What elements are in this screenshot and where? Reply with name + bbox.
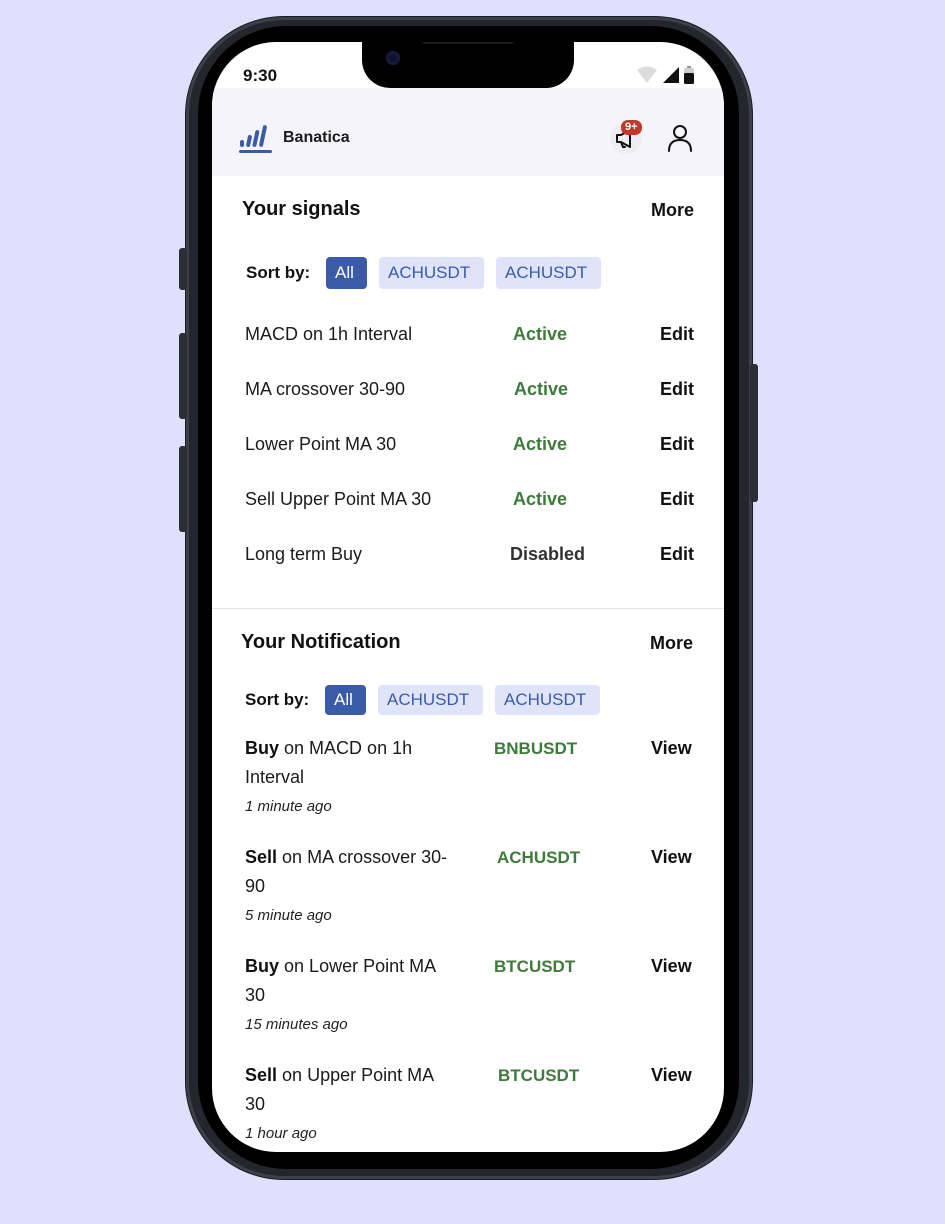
side-button-power	[750, 364, 758, 502]
signal-edit-button[interactable]: Edit	[660, 544, 694, 565]
status-time: 9:30	[243, 66, 278, 85]
notification-text: Buy on Lower Point MA 30	[245, 952, 455, 1010]
logo-icon	[239, 125, 272, 153]
notification-time: 5 minute ago	[245, 907, 332, 924]
notifications-filter-achusdt[interactable]: ACHUSDT	[378, 685, 483, 715]
wifi-icon	[637, 66, 657, 83]
signal-status: Active	[514, 379, 569, 399]
signals-filter-all[interactable]: All	[326, 257, 367, 289]
notification-pair: BNBUSDT	[494, 739, 578, 758]
notifications-filter-all[interactable]: All	[325, 685, 366, 715]
camera-icon	[386, 51, 400, 65]
notification-time: 1 hour ago	[245, 1125, 317, 1142]
notification-side: Buy	[245, 738, 280, 758]
notification-time: 1 minute ago	[245, 798, 332, 815]
notifications-title: Your Notification	[241, 631, 401, 653]
notifications-more-link[interactable]: More	[650, 633, 693, 654]
signal-name: Long term Buy	[245, 544, 363, 564]
notification-side: Sell	[245, 847, 278, 867]
notification-view-button[interactable]: View	[651, 738, 692, 759]
section-divider	[212, 608, 724, 609]
signal-status: Active	[513, 489, 568, 509]
signal-edit-button[interactable]: Edit	[660, 379, 694, 400]
signals-more-link[interactable]: More	[651, 200, 694, 221]
signal-status: Active	[513, 434, 568, 454]
signals-title: Your signals	[242, 198, 361, 220]
notifications-filter-achusdt-2[interactable]: ACHUSDT	[495, 685, 600, 715]
signals-filter-achusdt-2[interactable]: ACHUSDT	[496, 257, 601, 289]
battery-icon	[684, 66, 694, 84]
notification-badge: 9+	[621, 120, 642, 135]
notification-pair: ACHUSDT	[497, 848, 581, 867]
signal-status: Disabled	[510, 544, 586, 564]
notification-text: Sell on Upper Point MA 30	[245, 1061, 455, 1119]
side-button-silent	[179, 248, 187, 290]
signal-status: Active	[513, 324, 568, 344]
notification-text: Buy on MACD on 1h Interval	[245, 734, 455, 792]
speaker-grille	[422, 42, 514, 44]
signal-edit-button[interactable]: Edit	[660, 489, 694, 510]
side-button-volume-down	[179, 446, 187, 532]
notification-pair: BTCUSDT	[498, 1066, 580, 1085]
signal-edit-button[interactable]: Edit	[660, 434, 694, 455]
notification-view-button[interactable]: View	[651, 956, 692, 977]
signal-name: MACD on 1h Interval	[245, 324, 413, 344]
app-screen: 9:30 Banatica 9+ Your signals More Sort …	[212, 42, 724, 1152]
notification-view-button[interactable]: View	[651, 847, 692, 868]
signal-edit-button[interactable]: Edit	[660, 324, 694, 345]
signals-sort-label: Sort by:	[246, 263, 311, 282]
status-icons	[636, 66, 694, 84]
notification-text: Sell on MA crossover 30-90	[245, 843, 455, 901]
signals-filter-achusdt[interactable]: ACHUSDT	[379, 257, 484, 289]
notifications-sort-label: Sort by:	[245, 690, 310, 709]
side-button-volume-up	[179, 333, 187, 419]
notification-time: 15 minutes ago	[245, 1016, 348, 1033]
notification-side: Buy	[245, 956, 280, 976]
signal-name: Sell Upper Point MA 30	[245, 489, 432, 509]
app-header: Banatica 9+	[212, 88, 724, 176]
notification-view-button[interactable]: View	[651, 1065, 692, 1086]
signal-name: Lower Point MA 30	[245, 434, 397, 454]
brand-name: Banatica	[283, 129, 350, 146]
signal-icon	[663, 67, 679, 83]
notch	[362, 42, 574, 88]
signal-name: MA crossover 30-90	[245, 379, 406, 399]
notification-pair: BTCUSDT	[494, 957, 576, 976]
user-icon[interactable]	[667, 124, 693, 152]
notification-side: Sell	[245, 1065, 278, 1085]
